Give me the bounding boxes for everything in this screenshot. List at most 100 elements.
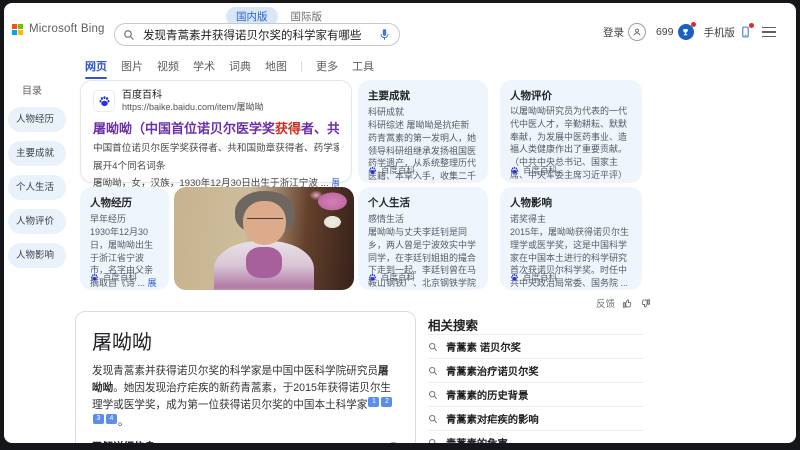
- related-search-text: 青蒿素 诺贝尔奖: [446, 343, 521, 354]
- toc-item-personal-life[interactable]: 个人生活: [8, 175, 66, 200]
- card-title: 人物经历: [90, 197, 132, 209]
- citation-mark-4[interactable]: 4: [106, 414, 117, 425]
- thumbs-up-icon[interactable]: [622, 298, 633, 309]
- card-source[interactable]: 百度百科: [368, 271, 415, 283]
- card-source[interactable]: 百度百科: [90, 271, 137, 283]
- sign-in-button[interactable]: 登录: [603, 23, 646, 41]
- sign-in-label: 登录: [602, 26, 624, 39]
- result-source-name: 百度百科: [122, 90, 162, 101]
- edition-tab-international[interactable]: 国际版: [291, 9, 323, 24]
- person-icon: [627, 23, 646, 41]
- card-source[interactable]: 百度百科: [368, 164, 415, 176]
- tab-tools[interactable]: 工具: [352, 58, 374, 74]
- related-search-text: 青蒿素治疗诺贝尔奖: [446, 367, 539, 378]
- search-input[interactable]: [141, 27, 372, 42]
- card-source-label: 百度百科: [103, 272, 138, 282]
- notification-dot: [749, 23, 754, 28]
- feedback-label[interactable]: 反馈: [596, 296, 615, 310]
- related-search-item[interactable]: 青蒿素 诺贝尔奖: [428, 335, 643, 359]
- answer-text: 。: [118, 415, 129, 428]
- answer-paragraph: 发现青蒿素并获得诺贝尔奖的科学家是中国中医科学院研究员屠呦呦。她因发现治疗疟疾的…: [92, 363, 399, 431]
- microsoft-bing-logo[interactable]: Microsoft Bing: [12, 23, 105, 35]
- result-same-name-entries[interactable]: 展开4个同名词条: [93, 158, 339, 172]
- card-personal-life: 个人生活 感情生活 屠呦呦与丈夫李廷钊是同乡，两人曾是宁波效实中学同学，在李廷钊…: [358, 187, 488, 290]
- result-title-link[interactable]: 屠呦呦（中国首位诺贝尔医学奖获得者、共…: [93, 118, 339, 137]
- result-source-header[interactable]: 百度百科 https://baike.baidu.com/item/屠呦呦: [93, 90, 339, 113]
- related-search-item[interactable]: 青蒿素治疗诺贝尔奖: [428, 359, 643, 383]
- logo-text: Microsoft Bing: [29, 23, 105, 35]
- answer-title: 屠呦呦: [92, 332, 152, 354]
- card-source-label: 百度百科: [523, 165, 558, 175]
- photo-figure: [246, 246, 282, 278]
- card-subtitle: 早年经历: [90, 214, 127, 224]
- microphone-icon[interactable]: [378, 28, 391, 41]
- tab-maps[interactable]: 地图: [265, 58, 287, 74]
- tab-images[interactable]: 图片: [121, 58, 143, 74]
- info-icon[interactable]: [388, 441, 399, 443]
- mobile-version-button[interactable]: 手机版: [703, 23, 754, 40]
- card-subtitle: 诺奖得主: [510, 214, 547, 224]
- microsoft-logo-icon: [12, 23, 23, 35]
- search-icon: [428, 438, 436, 443]
- card-influence: 人物影响 诺奖得主 2015年，屠呦呦获得诺贝尔生理学或医学奖，这是中国科学家在…: [500, 187, 642, 290]
- search-box[interactable]: [114, 23, 400, 46]
- related-search-item[interactable]: 青蒿素的历史背景: [428, 383, 643, 407]
- bing-search-page: Microsoft Bing 国内版 国际版 登录: [4, 3, 796, 443]
- search-icon: [123, 29, 135, 41]
- tab-videos[interactable]: 视频: [157, 58, 179, 74]
- toc-item-experience[interactable]: 人物经历: [8, 107, 66, 132]
- related-searches-list: 青蒿素 诺贝尔奖 青蒿素治疗诺贝尔奖 青蒿素的历史背景 青蒿素对疟疾的影响 青蒿…: [428, 334, 643, 443]
- baidu-paw-icon: [93, 90, 115, 113]
- search-icon: [428, 414, 438, 423]
- hamburger-menu-icon[interactable]: [762, 26, 776, 38]
- card-source[interactable]: 百度百科: [510, 271, 557, 283]
- mobile-version-label: 手机版: [703, 26, 736, 39]
- card-title: 主要成就: [368, 90, 410, 102]
- search-icon: [428, 342, 438, 351]
- tu-youyou-photo[interactable]: [174, 187, 354, 290]
- rewards-points: 699: [655, 26, 674, 38]
- related-search-text: 青蒿素对疟疾的影响: [446, 415, 539, 426]
- search-icon: [428, 366, 438, 375]
- citation-mark-2[interactable]: 2: [381, 397, 393, 408]
- baike-result-card: 百度百科 https://baike.baidu.com/item/屠呦呦 屠呦…: [80, 80, 352, 189]
- card-title: 人物评价: [510, 90, 552, 102]
- toc-sidebar: 目录 人物经历 主要成就 个人生活 人物评价 人物影响: [8, 82, 70, 277]
- card-subtitle: 感情生活: [368, 214, 405, 224]
- baidu-paw-icon: [511, 273, 518, 281]
- search-icon: [428, 390, 438, 399]
- tab-academic[interactable]: 学术: [193, 58, 215, 74]
- citation-mark-3[interactable]: 3: [93, 414, 104, 425]
- toc-title: 目录: [22, 86, 42, 97]
- card-evaluation: 人物评价 以屠呦呦研究员为代表的一代代中医人才，辛勤耕耘、默默奉献，为发展中医药…: [500, 80, 642, 183]
- result-title-pre: 屠呦呦（中国首位诺贝尔医学奖: [93, 120, 276, 136]
- search-vertical-tabs: 网页 图片 视频 学术 词典 地图 更多 工具: [85, 58, 374, 79]
- tab-web[interactable]: 网页: [85, 58, 107, 79]
- learn-more-row: 了解详细信息:: [92, 439, 399, 443]
- card-source-label: 百度百科: [381, 165, 416, 175]
- tab-more[interactable]: 更多: [316, 58, 338, 74]
- header-actions: 登录 699 手机版: [603, 22, 776, 41]
- card-title: 人物影响: [510, 197, 552, 209]
- learn-more-label: 了解详细信息:: [92, 439, 388, 443]
- result-url[interactable]: https://baike.baidu.com/item/屠呦呦: [122, 102, 264, 113]
- ai-answer-card: 屠呦呦 发现青蒿素并获得诺贝尔奖的科学家是中国中医科学院研究员屠呦呦。她因发现治…: [75, 311, 416, 443]
- card-experience: 人物经历 早年经历 1930年12月30日，屠呦呦出生于浙江省宁波市，名字由父亲…: [80, 187, 169, 290]
- tab-dictionary[interactable]: 词典: [229, 58, 251, 74]
- related-search-text: 青蒿素的危害: [446, 435, 508, 443]
- card-source-label: 百度百科: [523, 272, 558, 282]
- toc-item-evaluation[interactable]: 人物评价: [8, 209, 66, 234]
- thumbs-down-icon[interactable]: [640, 298, 651, 309]
- toc-item-influence[interactable]: 人物影响: [8, 243, 66, 268]
- result-description: 中国首位诺贝尔医学奖获得者、共和国勋章获得者、药学家: [93, 143, 339, 155]
- result-title-highlight: 获得: [275, 120, 302, 136]
- answer-text: 。她因发现治疗疟疾的新药青蒿素，于2015年获得诺贝尔生理学或医学奖，成为第一位…: [92, 381, 392, 411]
- related-search-item[interactable]: 青蒿素的危害: [428, 431, 643, 443]
- related-search-item[interactable]: 青蒿素对疟疾的影响: [428, 407, 643, 431]
- rewards-button[interactable]: 699: [655, 22, 696, 40]
- card-source[interactable]: 百度百科: [510, 164, 557, 176]
- citation-mark-1[interactable]: 1: [368, 397, 380, 408]
- toc-item-achievements[interactable]: 主要成就: [8, 141, 66, 166]
- card-achievements: 主要成就 科研成就 科研综述 屠呦呦是抗疟新药青蒿素的第一发明人，她领导科研组继…: [358, 80, 488, 183]
- feedback-bar: 反馈: [596, 296, 651, 310]
